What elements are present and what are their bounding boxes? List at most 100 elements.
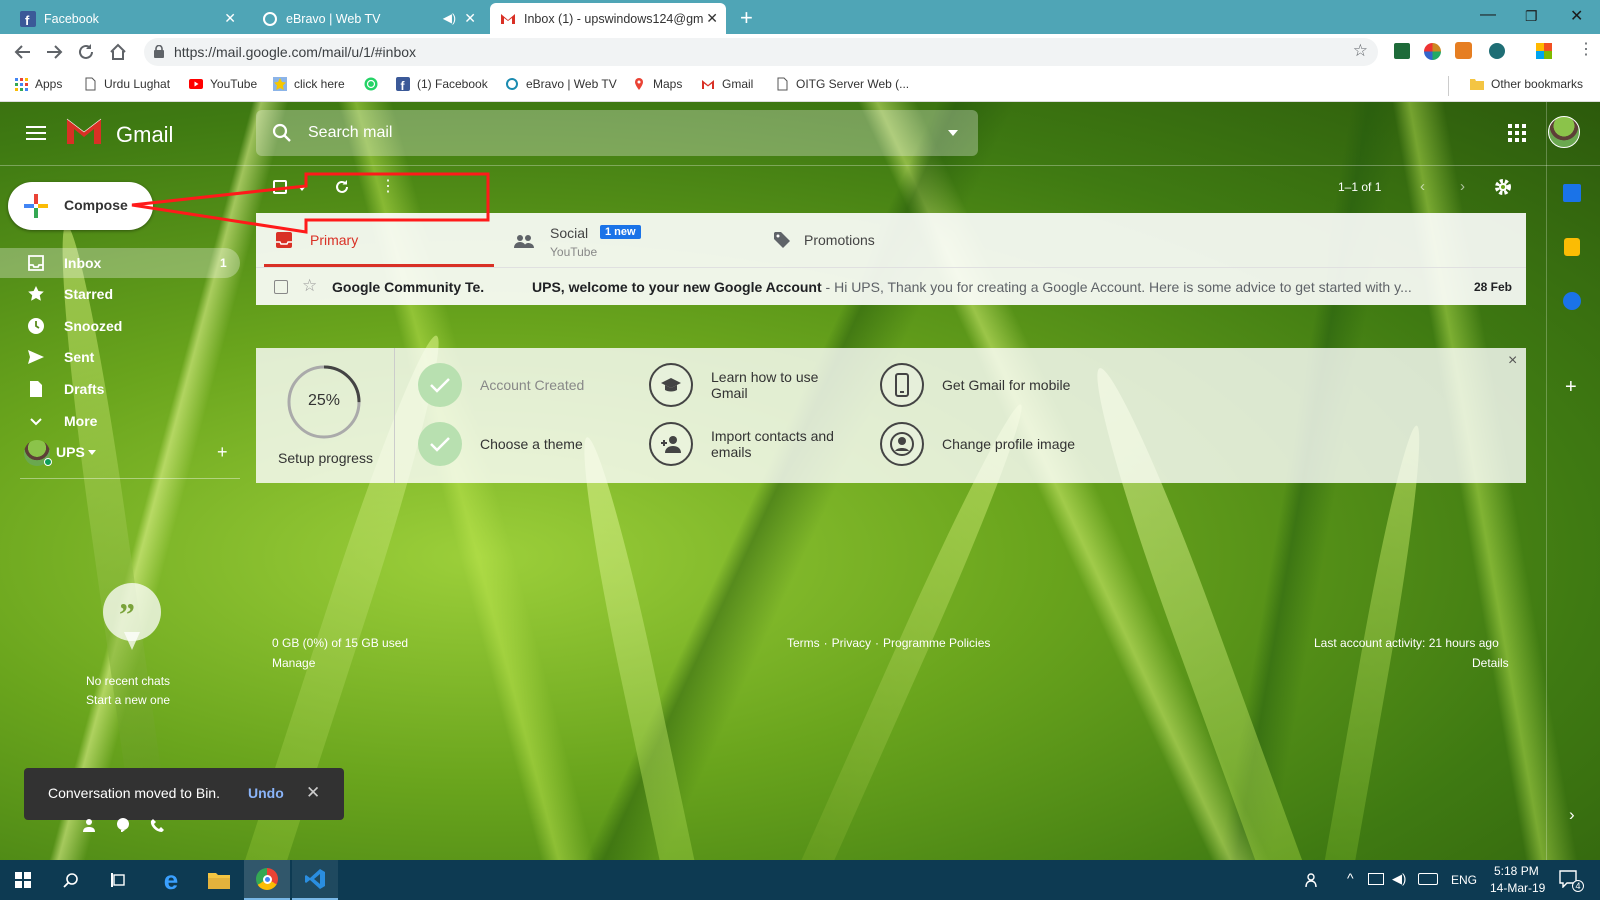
- snackbar-close-icon[interactable]: ✕: [306, 783, 320, 803]
- terms-link[interactable]: Terms: [787, 636, 820, 650]
- chrome-taskbar-icon[interactable]: [244, 860, 290, 900]
- clock-date[interactable]: 14-Mar-19: [1490, 881, 1545, 895]
- hangouts-icon[interactable]: [116, 818, 130, 832]
- language-indicator[interactable]: ENG: [1451, 873, 1477, 887]
- back-icon[interactable]: [14, 43, 32, 61]
- bookmark-click-here[interactable]: click here: [273, 77, 345, 91]
- network-icon[interactable]: [1368, 873, 1384, 885]
- setup-step-learn-gmail[interactable]: Learn how to use Gmail: [649, 363, 851, 407]
- next-page-icon[interactable]: ›: [1460, 178, 1465, 195]
- keep-icon[interactable]: [1564, 238, 1580, 256]
- file-explorer-icon[interactable]: [196, 860, 242, 900]
- page-icon: [775, 77, 789, 91]
- vscode-taskbar-icon[interactable]: [292, 860, 338, 900]
- tray-chevron-up-icon[interactable]: ^: [1347, 870, 1354, 886]
- nav-item-more[interactable]: More: [0, 406, 240, 436]
- programme-policies-link[interactable]: Programme Policies: [883, 636, 990, 650]
- nav-label: Inbox: [64, 255, 102, 271]
- settings-gear-icon[interactable]: [1494, 178, 1512, 196]
- nav-item-drafts[interactable]: Drafts: [0, 374, 240, 404]
- start-chat-link[interactable]: Start a new one: [86, 693, 170, 707]
- privacy-link[interactable]: Privacy: [832, 636, 871, 650]
- extension-off-icon[interactable]: [1455, 42, 1472, 59]
- pagination-text: 1–1 of 1: [1338, 180, 1382, 194]
- bookmark-star-icon[interactable]: ☆: [1353, 41, 1368, 61]
- extension-grammar-icon[interactable]: [1489, 43, 1505, 59]
- window-close-icon[interactable]: ✕: [1570, 6, 1583, 26]
- setup-progress-panel: 25% Setup progress Account Created Choos…: [256, 348, 1526, 483]
- star-toggle-icon[interactable]: ☆: [302, 276, 317, 296]
- hangouts-account-label[interactable]: UPS: [56, 444, 85, 460]
- close-icon[interactable]: ✕: [224, 11, 236, 25]
- bookmark-youtube[interactable]: YouTube: [189, 77, 257, 91]
- nav-item-sent[interactable]: Sent: [0, 342, 240, 372]
- clock-time[interactable]: 5:18 PM: [1494, 864, 1539, 878]
- prev-page-icon[interactable]: ‹: [1420, 178, 1425, 195]
- step-label: Learn how to use Gmail: [711, 369, 819, 401]
- restore-icon[interactable]: ❐: [1525, 8, 1538, 25]
- contacts-icon[interactable]: [82, 818, 96, 832]
- setup-close-button[interactable]: ×: [1508, 352, 1517, 370]
- search-options-icon[interactable]: [948, 130, 958, 136]
- bookmark-urdu-lughat[interactable]: Urdu Lughat: [83, 77, 170, 91]
- setup-step-gmail-mobile[interactable]: Get Gmail for mobile: [880, 363, 1070, 407]
- expand-panel-icon[interactable]: ›: [1569, 805, 1575, 825]
- extension-download-icon[interactable]: [1394, 43, 1410, 59]
- browser-tab-ebravo[interactable]: eBravo | Web TV ◀) ✕: [252, 3, 484, 34]
- nav-item-starred[interactable]: Starred: [0, 279, 240, 309]
- bookmark-oitg[interactable]: OITG Server Web (...: [775, 77, 909, 91]
- reload-icon[interactable]: [77, 43, 95, 61]
- setup-step-profile-image[interactable]: Change profile image: [880, 422, 1075, 466]
- manage-storage-link[interactable]: Manage: [272, 656, 315, 670]
- new-tab-button[interactable]: +: [740, 5, 753, 31]
- nav-label: Sent: [64, 349, 95, 365]
- activity-details-link[interactable]: Details: [1472, 656, 1509, 670]
- bookmark-maps[interactable]: Maps: [632, 77, 682, 91]
- bookmark-ebravo[interactable]: eBravo | Web TV: [505, 77, 617, 91]
- speaker-icon[interactable]: ◀): [443, 11, 456, 25]
- calendar-icon[interactable]: [1563, 184, 1581, 202]
- nav-item-inbox[interactable]: Inbox 1: [0, 248, 240, 278]
- address-bar[interactable]: https://mail.google.com/mail/u/1/#inbox …: [144, 38, 1378, 66]
- add-conversation-icon[interactable]: +: [217, 442, 228, 463]
- email-row[interactable]: ☆ Google Community Te. UPS, welcome to y…: [256, 267, 1526, 305]
- close-icon[interactable]: ✕: [706, 11, 718, 25]
- bookmark-facebook[interactable]: f (1) Facebook: [396, 77, 488, 91]
- volume-icon[interactable]: ◀): [1392, 871, 1406, 887]
- menu-dots-icon[interactable]: ⋮: [1578, 42, 1594, 58]
- browser-tab-facebook[interactable]: f Facebook ✕: [10, 3, 244, 34]
- google-apps-icon[interactable]: [1508, 124, 1526, 142]
- minimize-icon[interactable]: —: [1480, 6, 1496, 24]
- close-icon[interactable]: ✕: [464, 11, 476, 25]
- bookmark-whatsapp[interactable]: [364, 77, 385, 91]
- task-view-icon[interactable]: [96, 860, 142, 900]
- undo-button[interactable]: Undo: [248, 785, 284, 801]
- bookmark-other[interactable]: Other bookmarks: [1470, 77, 1583, 91]
- nav-item-snoozed[interactable]: Snoozed: [0, 311, 240, 341]
- phone-call-icon[interactable]: [150, 818, 164, 832]
- notification-count-badge: 4: [1572, 880, 1584, 892]
- bookmark-gmail[interactable]: Gmail: [701, 77, 753, 91]
- star-icon: [28, 286, 44, 301]
- forward-icon[interactable]: [45, 43, 63, 61]
- keyboard-icon[interactable]: [1418, 873, 1438, 885]
- windows-start-icon[interactable]: [0, 860, 46, 900]
- tab-social[interactable]: Social 1 new YouTube: [514, 213, 754, 267]
- extension-globe-icon[interactable]: [1424, 43, 1441, 60]
- setup-step-import-contacts[interactable]: Import contacts and emails: [649, 422, 851, 466]
- account-dropdown-icon[interactable]: [88, 450, 96, 455]
- bookmark-apps[interactable]: Apps: [14, 77, 62, 91]
- email-checkbox[interactable]: [274, 280, 288, 294]
- browser-tab-gmail[interactable]: Inbox (1) - upswindows124@gm ✕: [490, 3, 726, 34]
- extension-office-icon[interactable]: [1536, 43, 1552, 59]
- taskbar-search-icon[interactable]: [48, 860, 94, 900]
- people-taskbar-icon[interactable]: [1305, 872, 1321, 888]
- footer-separator: ·: [875, 636, 880, 650]
- tab-promotions[interactable]: Promotions: [774, 213, 1014, 267]
- home-icon[interactable]: [109, 43, 127, 61]
- setup-step-choose-theme[interactable]: Choose a theme: [418, 422, 583, 466]
- edge-browser-icon[interactable]: e: [148, 860, 194, 900]
- tasks-icon[interactable]: [1563, 292, 1581, 310]
- get-addons-icon[interactable]: +: [1565, 376, 1577, 399]
- bookmark-label: Gmail: [722, 77, 754, 91]
